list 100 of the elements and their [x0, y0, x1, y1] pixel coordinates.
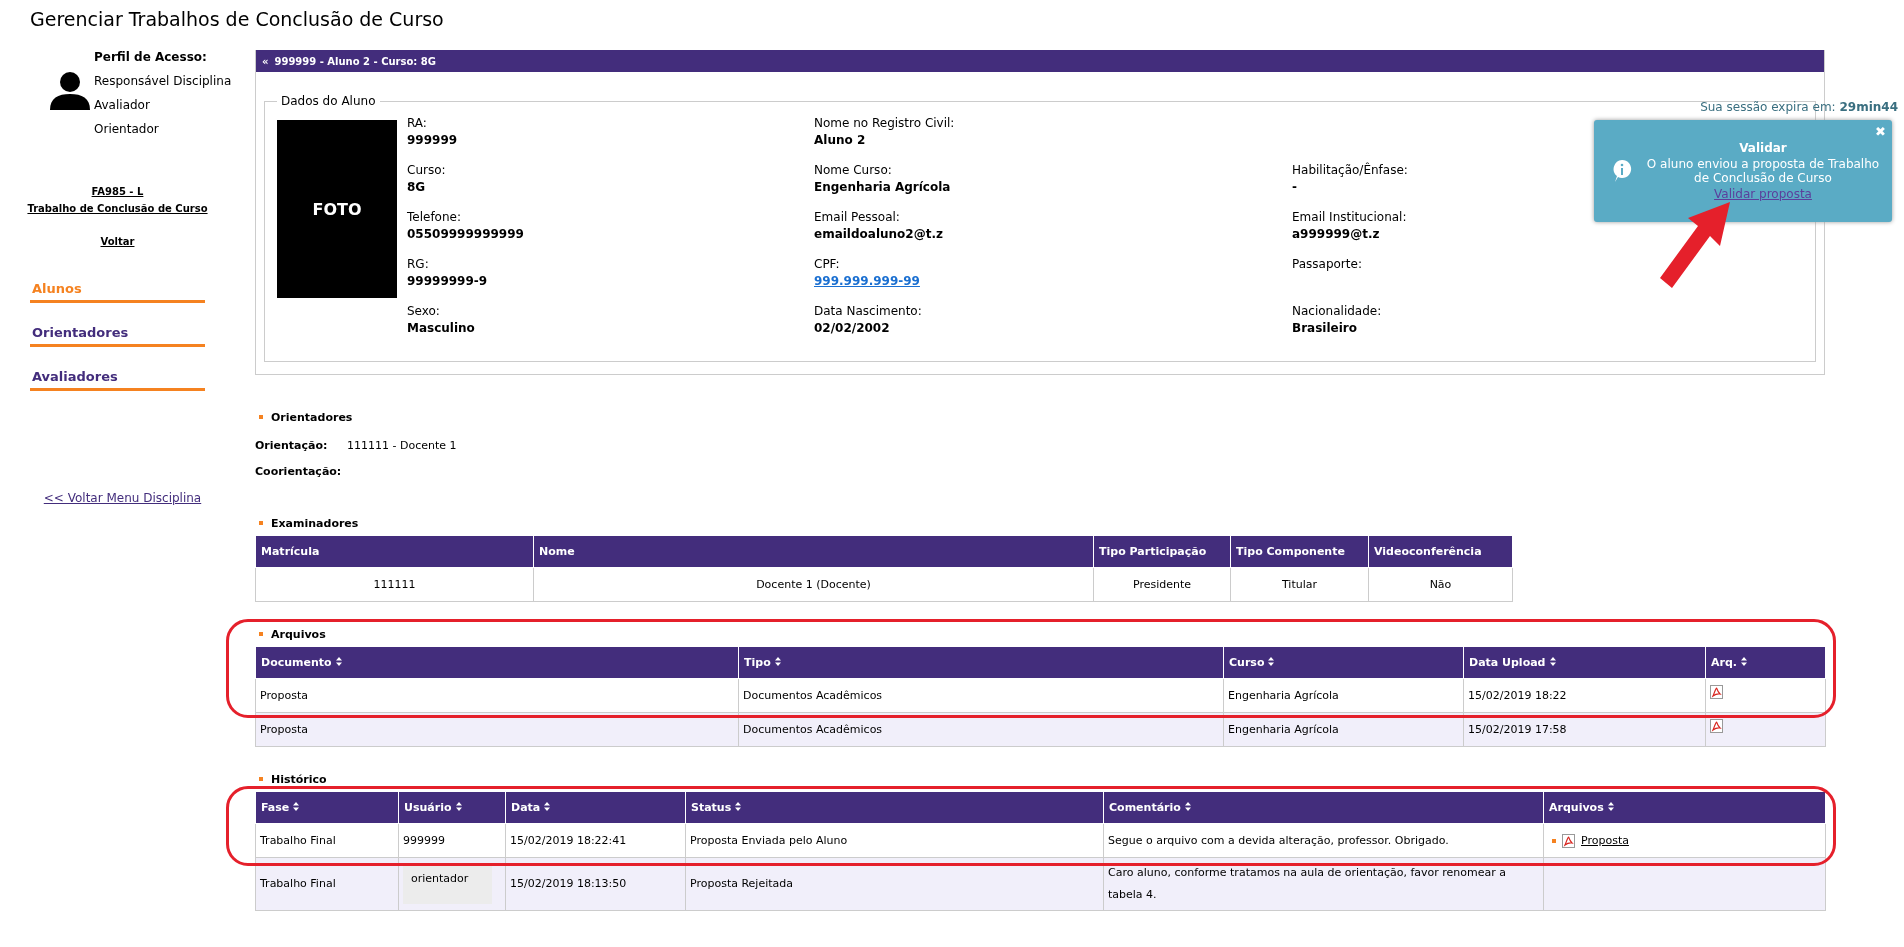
field-value: emaildoaluno2@t.z [814, 227, 943, 241]
column-header[interactable]: Usuário [398, 791, 506, 824]
back-menu-link[interactable]: << Voltar Menu Disciplina [43, 491, 202, 505]
bullet-icon [1552, 839, 1556, 843]
field-value: 111111 - Docente 1 [347, 438, 457, 452]
table-cell: Segue o arquivo com a devida alteração, professor. Obrigado. [1103, 823, 1544, 858]
field-label: RA: [407, 116, 427, 130]
field-label: Sexo: [407, 304, 440, 318]
bullet-icon [259, 777, 263, 781]
table-cell: 111111 [255, 567, 534, 602]
column-header[interactable]: Data Upload [1463, 646, 1706, 679]
sort-icon [1741, 657, 1747, 666]
field-value: a999999@t.z [1292, 227, 1380, 241]
field-label: Habilitação/Ênfase: [1292, 163, 1408, 177]
table-cell: Documentos Acadêmicos [738, 678, 1224, 713]
field-label: Data Nascimento: [814, 304, 922, 318]
column-header[interactable]: Documento [255, 646, 739, 679]
field-value: 02/02/2002 [814, 321, 890, 335]
bullet-icon [259, 632, 263, 636]
column-header: Nome [533, 535, 1094, 568]
pdf-file-icon[interactable] [1562, 834, 1575, 848]
nav-item[interactable]: Avaliadores [30, 369, 205, 391]
sort-icon [293, 802, 300, 811]
panel-header: « 999999 - Aluno 2 - Curso: 8G [256, 50, 1824, 72]
field-label: Nome Curso: [814, 163, 892, 177]
sort-icon [455, 802, 462, 811]
field-label: Coorientação: [255, 464, 343, 478]
profile-label: Perfil de Acesso: [94, 50, 208, 64]
table-cell: 15/02/2019 18:22:41 [505, 823, 686, 858]
table-cell: Proposta [255, 678, 739, 713]
column-header[interactable]: Arq. [1705, 646, 1826, 679]
info-icon [1612, 160, 1632, 182]
fieldset-legend: Dados do Aluno [277, 94, 380, 108]
profile-name: Avaliador [94, 98, 151, 112]
bullet-icon [259, 521, 263, 525]
sort-icon [335, 657, 342, 666]
column-header[interactable]: Status [685, 791, 1104, 824]
column-header[interactable]: Curso [1223, 646, 1464, 679]
table-cell: 15/02/2019 18:22 [1463, 678, 1706, 713]
field-value: Brasileiro [1292, 321, 1357, 335]
sort-icon [1268, 657, 1275, 666]
field-value: Masculino [407, 321, 475, 335]
course-code-link[interactable]: FA985 - L [91, 186, 144, 197]
field-label: Nacionalidade: [1292, 304, 1382, 318]
sort-icon [1184, 802, 1191, 811]
field-label: Orientação: [255, 438, 329, 452]
pdf-file-icon[interactable] [1710, 684, 1723, 699]
profile-name: Orientador [94, 122, 160, 136]
field-label: Telefone: [407, 210, 461, 224]
sort-icon [544, 802, 551, 811]
table-cell: Docente 1 (Docente) [533, 567, 1094, 602]
table-cell: Titular [1230, 567, 1369, 602]
section-title: Examinadores [271, 516, 359, 530]
field-value: 99999999-9 [407, 274, 488, 288]
column-header[interactable]: Data [505, 791, 686, 824]
notification-message: O aluno enviou a proposta de Trabalho de Conclusão de Curso [1645, 157, 1881, 185]
field-label: Nome no Registro Civil: [814, 116, 955, 130]
table-cell: Presidente [1093, 567, 1231, 602]
table-cell: Proposta Enviada pelo Aluno [685, 823, 1104, 858]
pdf-file-icon[interactable] [1710, 718, 1723, 733]
file-link[interactable]: Proposta [1581, 830, 1629, 852]
table-cell: Trabalho Final [255, 823, 399, 858]
back-link[interactable]: Voltar [100, 236, 135, 247]
section-title: Arquivos [271, 627, 326, 641]
table-cell: Engenharia Agrícola [1223, 678, 1464, 713]
field-label: RG: [407, 257, 429, 271]
column-header[interactable]: Fase [255, 791, 399, 824]
bullet-icon [259, 415, 263, 419]
section-title: Orientadores [271, 410, 353, 424]
sort-icon [735, 802, 742, 811]
field-value: - [1292, 180, 1297, 194]
column-header: Matrícula [255, 535, 534, 568]
field-label: Email Institucional: [1292, 210, 1407, 224]
column-header: Videoconferência [1368, 535, 1513, 568]
table-cell: Não [1368, 567, 1513, 602]
field-value: Engenharia Agrícola [814, 180, 951, 194]
column-header: Tipo Componente [1230, 535, 1369, 568]
field-label: Passaporte: [1292, 257, 1362, 271]
table-cell: 999999 [398, 823, 506, 858]
column-header[interactable]: Comentário [1103, 791, 1544, 824]
notification-title: Validar [1739, 141, 1787, 155]
column-header[interactable]: Arquivos [1543, 791, 1826, 824]
nav-item[interactable]: Orientadores [30, 325, 205, 347]
sort-icon [1607, 802, 1614, 811]
course-name-link[interactable]: Trabalho de Conclusão de Curso [27, 203, 208, 214]
page-title: Gerenciar Trabalhos de Conclusão de Curso [29, 7, 445, 32]
column-header[interactable]: Tipo [738, 646, 1224, 679]
sort-icon [1549, 657, 1556, 666]
sort-icon [774, 657, 781, 666]
field-value: 999999 [407, 133, 458, 147]
field-label: Curso: [407, 163, 446, 177]
field-value: 8G [407, 180, 426, 194]
blurred-user: orientador [403, 866, 493, 904]
profile-name: Responsável Disciplina [94, 74, 232, 88]
cpf-link[interactable]: 999.999.999-99 [814, 274, 920, 288]
user-avatar-icon [50, 72, 90, 110]
field-label: CPF: [814, 257, 840, 271]
section-title: Histórico [271, 772, 327, 786]
field-label: Email Pessoal: [814, 210, 900, 224]
photo-label: FOTO [312, 199, 362, 219]
